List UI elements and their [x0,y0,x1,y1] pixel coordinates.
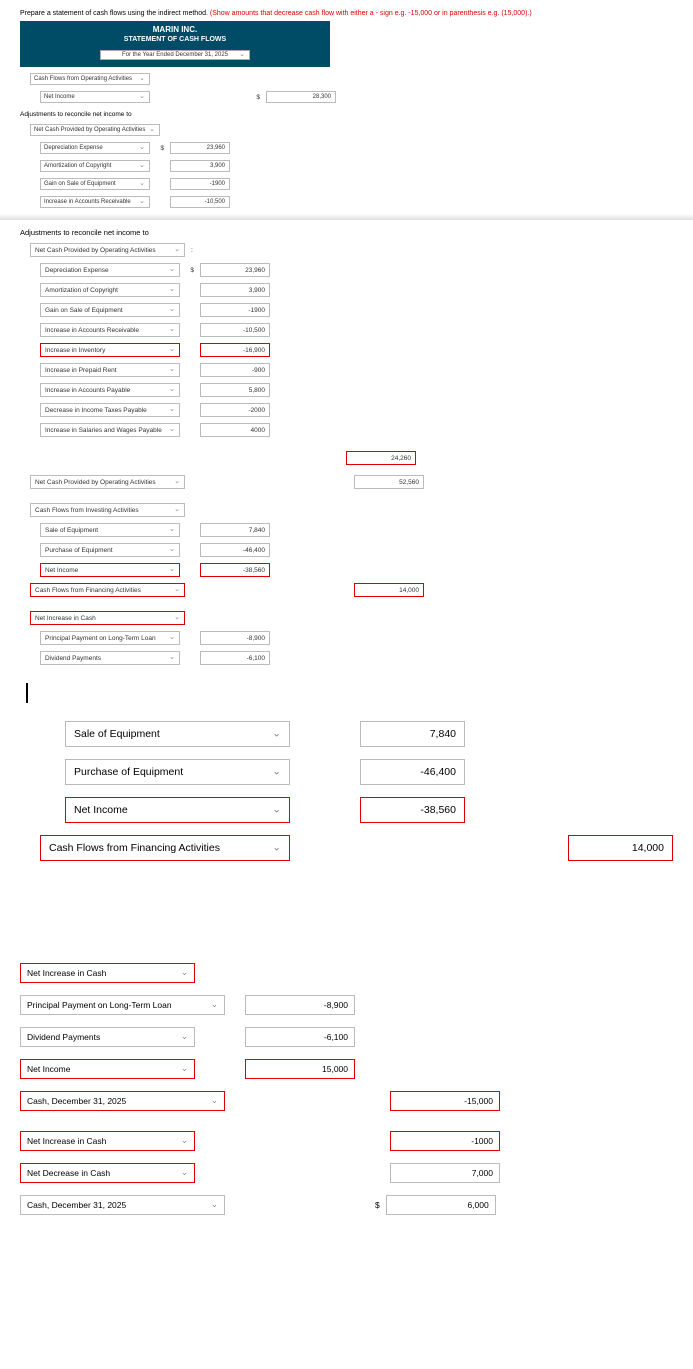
dd-ar-1[interactable]: Increase in Accounts Receivable [40,196,150,208]
dd-princ[interactable]: Principal Payment on Long-Term Loan [40,631,180,645]
instruction-text: Prepare a statement of cash flows using … [20,10,673,17]
dollar-sign-final: $ [375,1200,380,1210]
dd-ap[interactable]: Increase in Accounts Payable [40,383,180,397]
val-prepaid[interactable]: -900 [200,363,270,377]
dd-ar-2[interactable]: Increase in Accounts Receivable [40,323,180,337]
med-dd-netinc2[interactable]: Net Increase in Cash [20,1131,195,1151]
dd-amort-1[interactable]: Amortization of Copyright [40,160,150,172]
dd-cash-flows-operating[interactable]: Cash Flows from Operating Activities [30,73,150,85]
dd-net-income[interactable]: Net Income [40,91,150,103]
val-purch-eq[interactable]: -46,400 [200,543,270,557]
colon: : [191,247,193,254]
big-dd-sale-eq[interactable]: Sale of Equipment [65,721,290,747]
val-ar-2[interactable]: -10,500 [200,323,270,337]
val-dep-2[interactable]: 23,960 [200,263,270,277]
val-sale-eq[interactable]: 7,840 [200,523,270,537]
med-dd-div[interactable]: Dividend Payments [20,1027,195,1047]
statement-header: MARIN INC. STATEMENT OF CASH FLOWS For t… [20,21,330,67]
val-ar-1[interactable]: -10,500 [170,196,230,208]
dd-amort-2[interactable]: Amortization of Copyright [40,283,180,297]
val-inv[interactable]: -16,900 [200,343,270,357]
big-dd-purch-eq[interactable]: Purchase of Equipment [65,759,290,785]
dd-dep-exp-1[interactable]: Depreciation Expense [40,142,150,154]
adjustments-label-2: Adjustments to reconcile net income to [20,228,673,237]
val-princ[interactable]: -8,900 [200,631,270,645]
dd-ncpoa-2[interactable]: Net Cash Provided by Operating Activitie… [30,243,185,257]
big-val-sale-eq[interactable]: 7,840 [360,721,465,747]
val-net-income[interactable]: 28,300 [266,91,336,103]
med-val-ni2[interactable]: 15,000 [245,1059,355,1079]
med-val-div[interactable]: -6,100 [245,1027,355,1047]
val-dep-1[interactable]: 23,960 [170,142,230,154]
dd-prepaid[interactable]: Increase in Prepaid Rent [40,363,180,377]
dd-dep-2[interactable]: Depreciation Expense [40,263,180,277]
statement-date-select[interactable]: For the Year Ended December 31, 2025 [100,50,250,60]
dd-div[interactable]: Dividend Payments [40,651,180,665]
dd-gain-1[interactable]: Gain on Sale of Equipment [40,178,150,190]
val-inctax[interactable]: -2000 [200,403,270,417]
med-dd-cash1[interactable]: Cash, December 31, 2025 [20,1091,225,1111]
dollar-sign: $ [252,94,260,101]
dd-cfi[interactable]: Cash Flows from Investing Activities [30,503,185,517]
instruction-plain: Prepare a statement of cash flows using … [20,10,210,17]
val-subtotal-adj[interactable]: 24,260 [346,451,416,465]
dd-inctax[interactable]: Decrease in Income Taxes Payable [40,403,180,417]
med-val-netinc2[interactable]: -1000 [390,1131,500,1151]
val-cff[interactable]: 14,000 [354,583,424,597]
val-gain-2[interactable]: -1900 [200,303,270,317]
statement-title: STATEMENT OF CASH FLOWS [20,36,330,43]
val-ap[interactable]: 5,800 [200,383,270,397]
dd-inv[interactable]: Increase in Inventory [40,343,180,357]
med-val-princ[interactable]: -8,900 [245,995,355,1015]
adjustments-label-1: Adjustments to reconcile net income to [20,111,673,118]
med-val-cash1[interactable]: -15,000 [390,1091,500,1111]
med-dd-ni2[interactable]: Net Income [20,1059,195,1079]
val-amort-1[interactable]: 3,900 [170,160,230,172]
big-val-purch-eq[interactable]: -46,400 [360,759,465,785]
text-cursor [26,683,28,703]
big-val-ni[interactable]: -38,560 [360,797,465,823]
company-name: MARIN INC. [20,25,330,34]
med-val-netdec[interactable]: 7,000 [390,1163,500,1183]
big-val-cff[interactable]: 14,000 [568,835,673,861]
dd-purch-eq[interactable]: Purchase of Equipment [40,543,180,557]
val-ncpoa-total[interactable]: 52,560 [354,475,424,489]
dd-netinc-cash[interactable]: Net Increase in Cash [30,611,185,625]
dd-ncpoa-1[interactable]: Net Cash Provided by Operating Activitie… [30,124,160,136]
med-val-cash2[interactable]: 6,000 [386,1195,496,1215]
val-div[interactable]: -6,100 [200,651,270,665]
med-dd-netinc[interactable]: Net Increase in Cash [20,963,195,983]
big-dd-ni[interactable]: Net Income [65,797,290,823]
dd-wages[interactable]: Increase in Salaries and Wages Payable [40,423,180,437]
val-wages[interactable]: 4000 [200,423,270,437]
dd-sale-eq[interactable]: Sale of Equipment [40,523,180,537]
val-amort-2[interactable]: 3,900 [200,283,270,297]
val-ni-inv[interactable]: -38,560 [200,563,270,577]
dd-ncpoa-total[interactable]: Net Cash Provided by Operating Activitie… [30,475,185,489]
med-dd-princ[interactable]: Principal Payment on Long-Term Loan [20,995,225,1015]
instruction-red: (Show amounts that decrease cash flow wi… [210,10,532,17]
dd-ni-inv[interactable]: Net Income [40,563,180,577]
dollar-sign-3: $ [186,267,194,274]
dd-cff[interactable]: Cash Flows from Financing Activities [30,583,185,597]
big-dd-cff[interactable]: Cash Flows from Financing Activities [40,835,290,861]
dd-gain-2[interactable]: Gain on Sale of Equipment [40,303,180,317]
val-gain-1[interactable]: -1900 [170,178,230,190]
dollar-sign-2: $ [156,145,164,152]
section-divider-shadow [0,214,693,220]
med-dd-cash2[interactable]: Cash, December 31, 2025 [20,1195,225,1215]
med-dd-netdec[interactable]: Net Decrease in Cash [20,1163,195,1183]
